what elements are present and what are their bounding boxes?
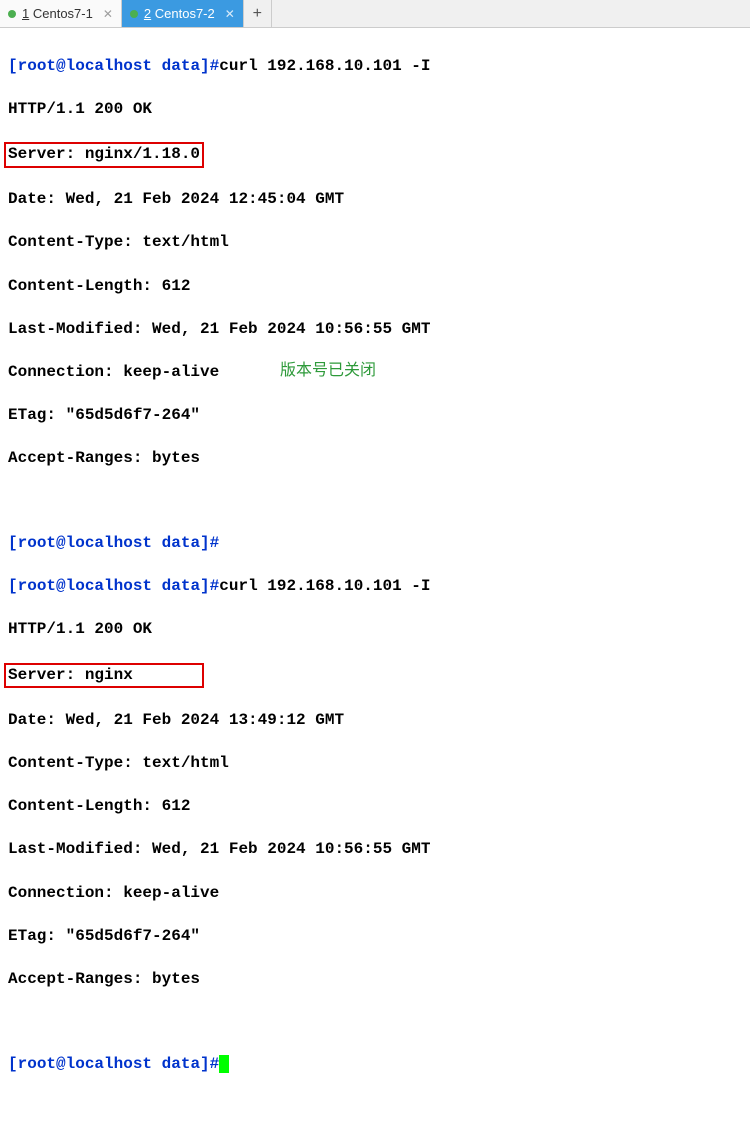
output-line: ETag: "65d5d6f7-264" (8, 405, 742, 427)
highlight-box: Server: nginx (4, 663, 204, 689)
output-line: Date: Wed, 21 Feb 2024 12:45:04 GMT (8, 189, 742, 211)
annotation-text: 版本号已关闭 (280, 360, 376, 382)
status-dot-icon (8, 10, 16, 18)
close-icon[interactable]: ✕ (225, 7, 235, 21)
prompt: [root@localhost data]# (8, 534, 219, 552)
output-line: HTTP/1.1 200 OK (8, 99, 742, 121)
highlight-box: Server: nginx/1.18.0 (4, 142, 204, 168)
tab-centos7-1[interactable]: 1 Centos7-1 ✕ (0, 0, 122, 27)
output-server-line: Server: nginx (8, 666, 133, 684)
terminal-output[interactable]: [root@localhost data]#curl 192.168.10.10… (0, 28, 750, 1146)
output-line: Last-Modified: Wed, 21 Feb 2024 10:56:55… (8, 839, 742, 861)
output-line: Last-Modified: Wed, 21 Feb 2024 10:56:55… (8, 319, 742, 341)
output-server-line: Server: nginx/1.18.0 (8, 145, 200, 163)
cursor-icon (219, 1055, 229, 1073)
output-line: Date: Wed, 21 Feb 2024 13:49:12 GMT (8, 710, 742, 732)
close-icon[interactable]: ✕ (103, 7, 113, 21)
tab-label: 2 Centos7-2 (144, 6, 215, 21)
tab-centos7-2[interactable]: 2 Centos7-2 ✕ (122, 0, 244, 27)
prompt: [root@localhost data]# (8, 1055, 219, 1073)
output-line: Content-Type: text/html (8, 753, 742, 775)
command: curl 192.168.10.101 -I (219, 577, 430, 595)
tab-label: 1 Centos7-1 (22, 6, 93, 21)
prompt: [root@localhost data]# (8, 577, 219, 595)
tab-bar: 1 Centos7-1 ✕ 2 Centos7-2 ✕ + (0, 0, 750, 28)
output-line: ETag: "65d5d6f7-264" (8, 926, 742, 948)
prompt: [root@localhost data]# (8, 57, 219, 75)
command: curl 192.168.10.101 -I (219, 57, 430, 75)
output-line: Content-Type: text/html (8, 232, 742, 254)
new-tab-button[interactable]: + (244, 0, 272, 27)
output-line: Accept-Ranges: bytes (8, 969, 742, 991)
output-line: Connection: keep-alive (8, 883, 742, 905)
output-line: HTTP/1.1 200 OK (8, 619, 742, 641)
status-dot-icon (130, 10, 138, 18)
output-line: Content-Length: 612 (8, 276, 742, 298)
output-line: Accept-Ranges: bytes (8, 448, 742, 470)
output-line: Content-Length: 612 (8, 796, 742, 818)
